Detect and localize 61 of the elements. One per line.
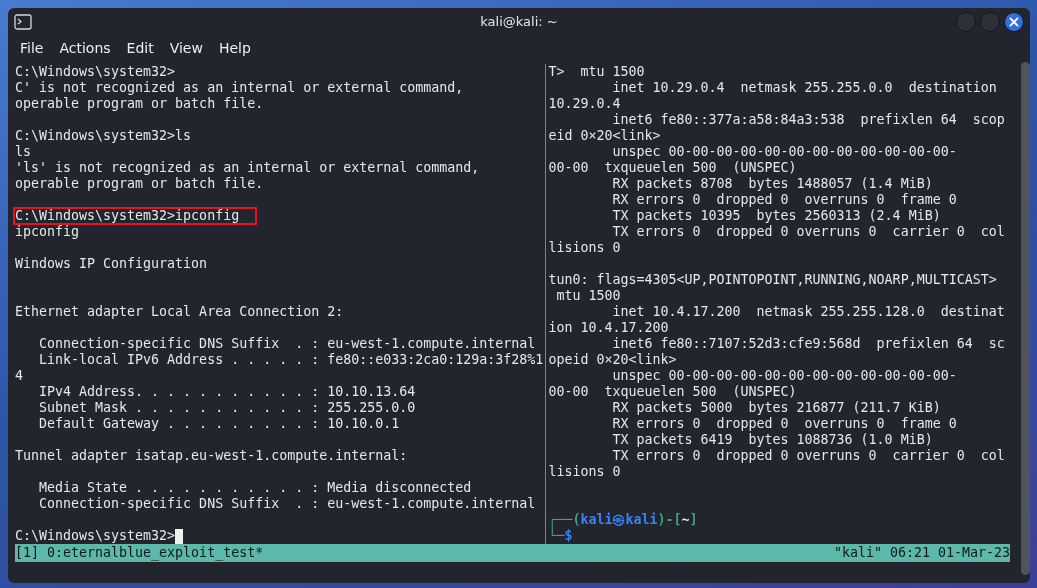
shell-prompt: └─$ bbox=[548, 528, 573, 544]
shell-prompt: ┌──(kali㉿kali)-[~] bbox=[548, 512, 698, 528]
terminal-line: Link-local IPv6 Address . . . . . : fe80::e033:2ca0:129a:3f28%1 bbox=[38, 352, 544, 368]
terminal-line: Media State . . . . . . . . . . . : Media disconnected bbox=[38, 480, 472, 496]
menu-item[interactable]: File bbox=[12, 37, 52, 58]
terminal-line: RX errors 0 dropped 0 overruns 0 frame 0 bbox=[611, 416, 957, 432]
scrollbar[interactable] bbox=[1021, 62, 1030, 575]
terminal-line: operable program or batch file. bbox=[15, 96, 264, 112]
window-title: kali@kali: ~ bbox=[480, 14, 558, 29]
terminal-line: TX errors 0 dropped 0 overruns 0 carrier 0 col bbox=[611, 448, 1005, 464]
menu-item[interactable]: Edit bbox=[118, 37, 162, 58]
terminal-line: lisions 0 bbox=[548, 464, 621, 480]
terminal-line: 00-00 txqueuelen 500 (UNSPEC) bbox=[548, 160, 797, 176]
terminal-line: opeid 0×20<link> bbox=[548, 352, 677, 368]
terminal-line: C' is not recognized as an internal or external command, bbox=[15, 80, 464, 96]
terminal-line: C:\Windows\system32> bbox=[15, 528, 176, 544]
terminal-line: 'ls' is not recognized as an internal or external command, bbox=[15, 160, 480, 176]
close-icon bbox=[1009, 16, 1019, 27]
terminal-line: mtu 1500 bbox=[555, 288, 621, 304]
menu-item[interactable]: Actions bbox=[51, 37, 119, 58]
session-name: [1] 0:eternalblue_exploit_test* bbox=[15, 544, 264, 562]
close-button[interactable] bbox=[1004, 11, 1024, 32]
terminal-line: RX errors 0 dropped 0 overruns 0 frame 0 bbox=[611, 192, 957, 208]
terminal-line: Connection-specific DNS Suffix . : eu-west-1.compute.internal bbox=[38, 496, 536, 512]
terminal-line: RX packets 8708 bytes 1488057 (1.4 MiB) bbox=[611, 176, 933, 192]
terminal-line: inet 10.29.0.4 netmask 255.255.0.0 destination bbox=[611, 80, 997, 96]
terminal-line: 00-00 txqueuelen 500 (UNSPEC) bbox=[548, 384, 797, 400]
terminal-line: Tunnel adapter isatap.eu-west-1.compute.internal: bbox=[15, 448, 408, 464]
minimize-button[interactable] bbox=[956, 11, 976, 32]
terminal-line: 4 bbox=[15, 368, 23, 384]
terminal-line: eid 0×20<link> bbox=[548, 128, 661, 144]
terminal-line: TX errors 0 dropped 0 overruns 0 carrier 0 col bbox=[611, 224, 1005, 240]
terminal-line: Connection-specific DNS Suffix . : eu-west-1.compute.internal bbox=[38, 336, 536, 352]
terminal-line: lisions 0 bbox=[548, 240, 621, 256]
terminal-line: Windows IP Configuration bbox=[15, 256, 208, 272]
terminal-line: Default Gateway . . . . . . . . . : 10.10.0.1 bbox=[38, 416, 400, 432]
terminal-line: TX packets 10395 bytes 2560313 (2.4 MiB) bbox=[611, 208, 941, 224]
terminal-line: inet6 fe80::377a:a58:84a3:538 prefixlen 64 scop bbox=[611, 112, 1005, 128]
terminal-line: ion 10.4.17.200 bbox=[548, 320, 669, 336]
status-clock: "kali" 06:21 01-Mar-23 bbox=[833, 544, 1010, 562]
terminal-line: IPv4 Address. . . . . . . . . . . : 10.10.13.64 bbox=[38, 384, 416, 400]
terminal-line: C:\Windows\system32>ls bbox=[15, 128, 192, 144]
terminal-line: C:\Windows\system32> bbox=[15, 64, 176, 80]
terminal-line: tun0: flags=4305<UP,POINTOPOINT,RUNNING,NOARP,MULTICAST> bbox=[548, 272, 997, 288]
terminal-line: inet 10.4.17.200 netmask 255.255.128.0 destinat bbox=[611, 304, 1005, 320]
terminal-line: unspec 00-00-00-00-00-00-00-00-00-00-00-00- bbox=[611, 368, 957, 384]
terminal-line: unspec 00-00-00-00-00-00-00-00-00-00-00-00- bbox=[611, 144, 957, 160]
terminal-line: operable program or batch file. bbox=[15, 176, 264, 192]
terminal-line: T> mtu 1500 bbox=[548, 64, 645, 80]
terminal-line: ipconfig bbox=[15, 224, 80, 240]
terminal-line: TX packets 6419 bytes 1088736 (1.0 MiB) bbox=[611, 432, 933, 448]
highlighted-command: C:\Windows\system32>ipconfig bbox=[15, 209, 256, 223]
terminal-line: Ethernet adapter Local Area Connection 2: bbox=[15, 304, 344, 320]
menu-item[interactable]: View bbox=[161, 37, 211, 58]
terminal-line: RX packets 5000 bytes 216877 (211.7 KiB) bbox=[611, 400, 941, 416]
terminal-line: 10.29.0.4 bbox=[548, 96, 621, 112]
terminal-icon bbox=[14, 13, 32, 30]
terminal-line: inet6 fe80::7107:52d3:cfe9:568d prefixlen 64 sc bbox=[611, 336, 1005, 352]
terminal-line: ls bbox=[15, 144, 31, 160]
menu-item[interactable]: Help bbox=[210, 37, 259, 58]
terminal-line: Subnet Mask . . . . . . . . . . . : 255.255.0.0 bbox=[38, 400, 416, 416]
